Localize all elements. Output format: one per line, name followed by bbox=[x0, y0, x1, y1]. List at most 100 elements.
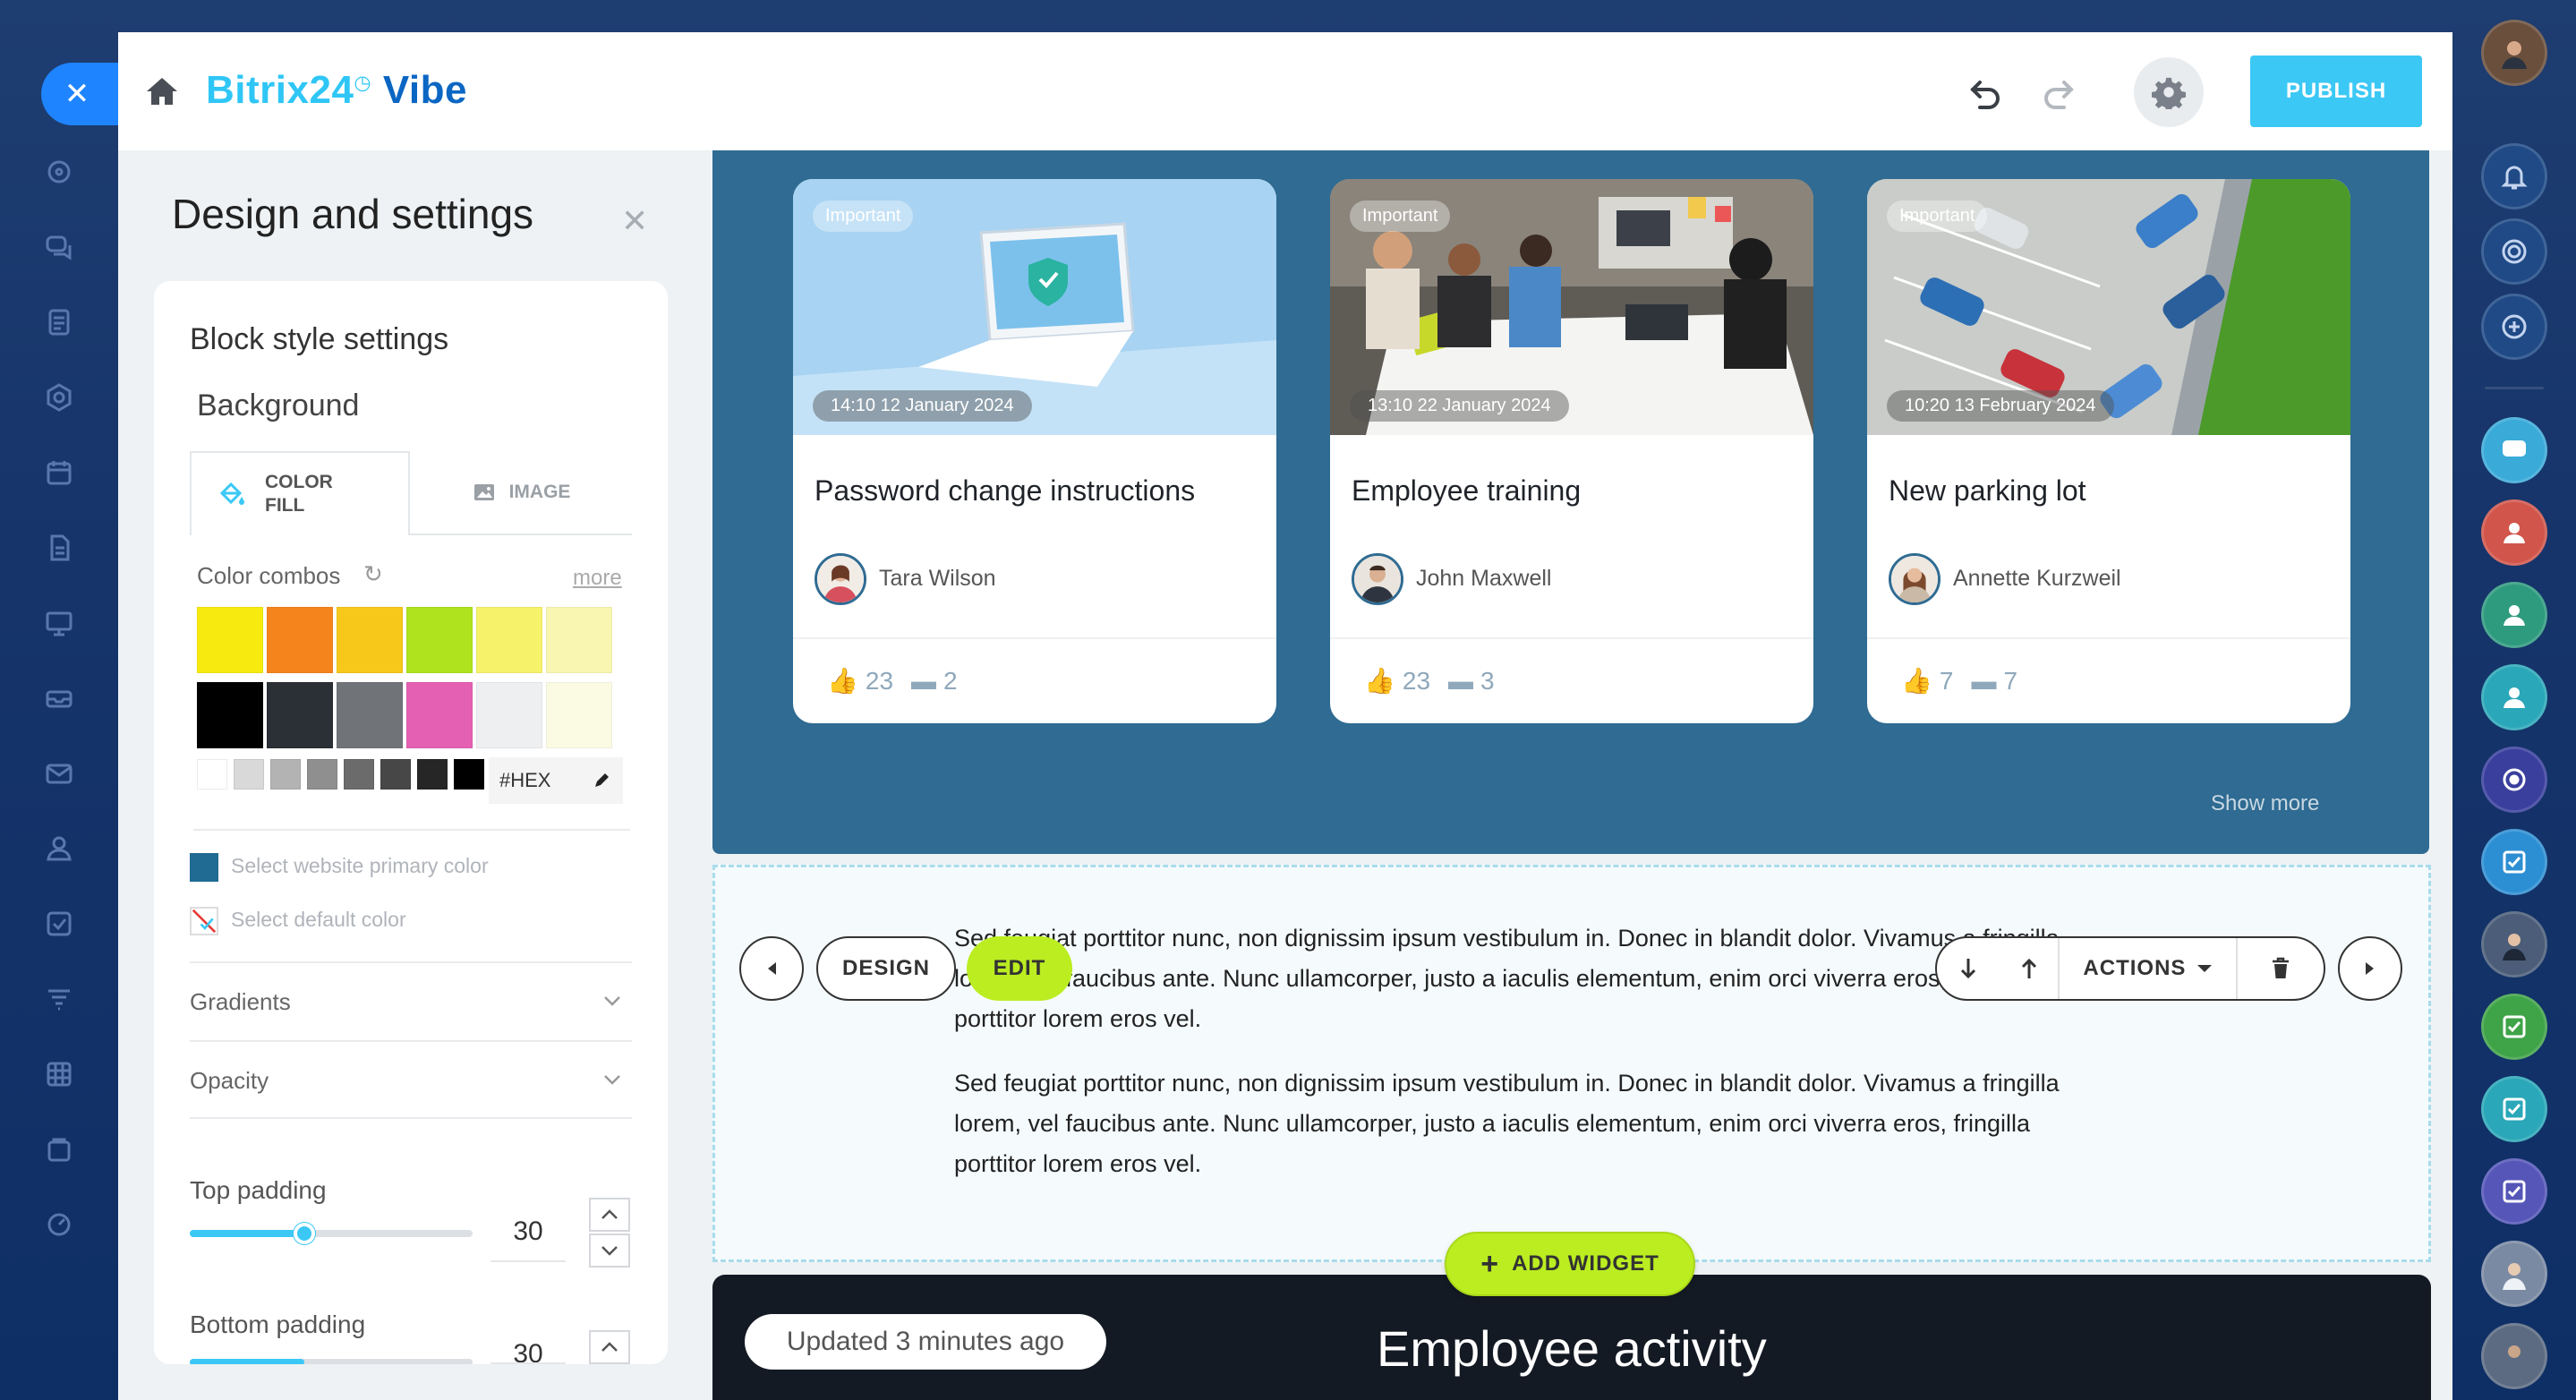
move-up-button[interactable] bbox=[2000, 938, 2059, 999]
chevron-down-icon[interactable] bbox=[601, 990, 623, 1012]
comment-icon[interactable]: ▬ bbox=[1971, 667, 1996, 696]
color-swatch[interactable] bbox=[337, 607, 403, 673]
publish-button[interactable]: PUBLISH bbox=[2250, 55, 2422, 127]
prev-block-button[interactable] bbox=[739, 936, 804, 1001]
tab-image[interactable]: IMAGE bbox=[410, 451, 632, 535]
redo-icon[interactable] bbox=[2037, 73, 2077, 113]
color-swatch[interactable] bbox=[546, 682, 612, 748]
gradients-label[interactable]: Gradients bbox=[190, 988, 291, 1016]
color-swatch[interactable] bbox=[344, 759, 374, 790]
delete-block-button[interactable] bbox=[2238, 938, 2324, 999]
author-avatar[interactable] bbox=[1352, 553, 1403, 605]
author-avatar[interactable] bbox=[1889, 553, 1941, 605]
users-icon[interactable] bbox=[39, 829, 79, 868]
color-swatch[interactable] bbox=[234, 759, 264, 790]
color-swatch[interactable] bbox=[406, 682, 473, 748]
stepper-down[interactable] bbox=[589, 1234, 630, 1268]
comment-icon[interactable]: ▬ bbox=[1448, 667, 1473, 696]
task-teal-icon[interactable] bbox=[2481, 1076, 2547, 1142]
stepper-up[interactable] bbox=[589, 1330, 630, 1364]
color-swatch[interactable] bbox=[270, 759, 301, 790]
inbox-icon[interactable] bbox=[39, 679, 79, 718]
presentation-icon[interactable] bbox=[39, 603, 79, 643]
news-title[interactable]: Employee training bbox=[1352, 474, 1581, 508]
group-teal-icon[interactable] bbox=[2481, 664, 2547, 730]
task-green-icon[interactable] bbox=[2481, 994, 2547, 1060]
store-icon[interactable] bbox=[39, 1130, 79, 1169]
news-title[interactable]: Password change instructions bbox=[815, 474, 1195, 508]
color-swatch[interactable] bbox=[307, 759, 337, 790]
color-swatch[interactable] bbox=[267, 682, 333, 748]
home-icon[interactable] bbox=[145, 75, 179, 107]
settings-dial-icon[interactable] bbox=[39, 1205, 79, 1244]
like-icon[interactable]: 👍 bbox=[827, 666, 858, 696]
mail-icon[interactable] bbox=[39, 754, 79, 793]
contact-avatar-3[interactable] bbox=[2481, 1323, 2547, 1389]
filter-icon[interactable] bbox=[39, 979, 79, 1019]
color-swatch[interactable] bbox=[197, 682, 263, 748]
top-padding-input[interactable]: 30 bbox=[490, 1203, 566, 1262]
tab-color-fill[interactable]: COLOR FILL bbox=[190, 451, 410, 535]
tasks-icon[interactable] bbox=[39, 904, 79, 943]
task-purple-icon[interactable] bbox=[2481, 1158, 2547, 1225]
primary-color-checkbox[interactable] bbox=[190, 853, 218, 882]
news-card[interactable]: Important 10:20 13 February 2024 New par… bbox=[1867, 179, 2350, 723]
user-avatar[interactable] bbox=[2481, 20, 2547, 86]
default-color-checkbox[interactable] bbox=[190, 907, 218, 935]
chat-icon[interactable] bbox=[39, 227, 79, 267]
close-editor-button[interactable]: ✕ bbox=[41, 63, 120, 125]
file-icon[interactable] bbox=[39, 528, 79, 568]
comment-icon[interactable]: ▬ bbox=[911, 667, 936, 696]
refresh-icon[interactable]: ↻ bbox=[363, 560, 383, 588]
hexagon-icon[interactable] bbox=[39, 378, 79, 417]
grid-icon[interactable] bbox=[39, 1054, 79, 1094]
color-swatch[interactable] bbox=[454, 759, 484, 790]
color-swatch[interactable] bbox=[546, 607, 612, 673]
top-padding-slider-handle[interactable] bbox=[294, 1223, 315, 1244]
design-button[interactable]: DESIGN bbox=[816, 936, 956, 1001]
contact-avatar-2[interactable] bbox=[2481, 1241, 2547, 1307]
bottom-padding-input[interactable]: 30 bbox=[490, 1339, 566, 1364]
group-red-icon[interactable] bbox=[2481, 499, 2547, 566]
search-chat-icon[interactable] bbox=[2481, 294, 2547, 360]
actions-dropdown[interactable]: ACTIONS bbox=[2060, 938, 2236, 999]
document-icon[interactable] bbox=[39, 303, 79, 342]
more-link[interactable]: more bbox=[573, 566, 622, 591]
opacity-label[interactable]: Opacity bbox=[190, 1067, 269, 1095]
paragraph-2[interactable]: Sed feugiat porttitor nunc, non dignissi… bbox=[954, 1063, 2207, 1184]
color-swatch[interactable] bbox=[476, 607, 542, 673]
color-swatch[interactable] bbox=[267, 607, 333, 673]
chat-bubble-icon[interactable] bbox=[2481, 417, 2547, 483]
color-swatch[interactable] bbox=[337, 682, 403, 748]
author-avatar[interactable] bbox=[815, 553, 866, 605]
chevron-down-icon[interactable] bbox=[601, 1069, 623, 1090]
color-swatch[interactable] bbox=[197, 759, 227, 790]
target-icon[interactable] bbox=[2481, 218, 2547, 285]
brand-logo[interactable]: Bitrix24◷ Vibe bbox=[206, 68, 467, 116]
move-down-button[interactable] bbox=[1937, 938, 2000, 999]
color-swatch[interactable] bbox=[417, 759, 448, 790]
like-icon[interactable]: 👍 bbox=[1901, 666, 1932, 696]
color-swatch[interactable] bbox=[406, 607, 473, 673]
group-green-icon[interactable] bbox=[2481, 582, 2547, 648]
task-blue-icon[interactable] bbox=[2481, 829, 2547, 895]
notifications-icon[interactable] bbox=[2481, 143, 2547, 209]
next-block-button[interactable] bbox=[2338, 936, 2402, 1001]
stepper-up[interactable] bbox=[589, 1198, 630, 1232]
color-swatch[interactable] bbox=[380, 759, 411, 790]
calendar-icon[interactable] bbox=[39, 453, 79, 492]
edit-button[interactable]: EDIT bbox=[967, 936, 1072, 1001]
panel-close-icon[interactable]: ✕ bbox=[621, 202, 648, 240]
news-title[interactable]: New parking lot bbox=[1889, 474, 2086, 508]
show-more-link[interactable]: Show more bbox=[2211, 791, 2319, 816]
color-swatch[interactable] bbox=[476, 682, 542, 748]
news-card[interactable]: Important 13:10 22 January 2024 Employee… bbox=[1330, 179, 1813, 723]
color-swatch[interactable] bbox=[197, 607, 263, 673]
contact-avatar[interactable] bbox=[2481, 911, 2547, 977]
add-widget-button[interactable]: + ADD WIDGET bbox=[1445, 1232, 1695, 1296]
news-card[interactable]: Important 14:10 12 January 2024 Password… bbox=[793, 179, 1276, 723]
feed-icon[interactable] bbox=[39, 152, 79, 192]
undo-icon[interactable] bbox=[1967, 73, 2007, 113]
target-purple-icon[interactable] bbox=[2481, 747, 2547, 813]
settings-button[interactable] bbox=[2134, 57, 2204, 127]
